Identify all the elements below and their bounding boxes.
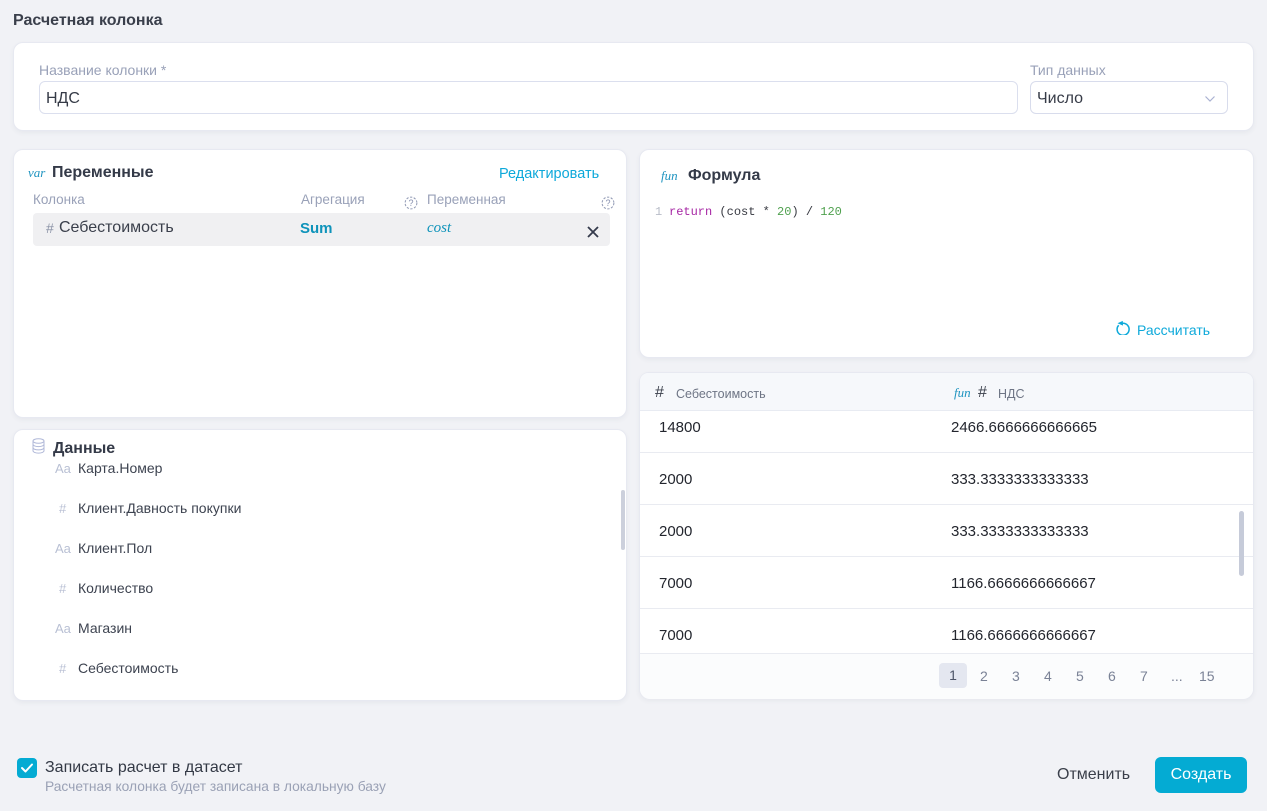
svg-text:?: ? xyxy=(605,198,610,208)
svg-text:?: ? xyxy=(408,198,413,208)
